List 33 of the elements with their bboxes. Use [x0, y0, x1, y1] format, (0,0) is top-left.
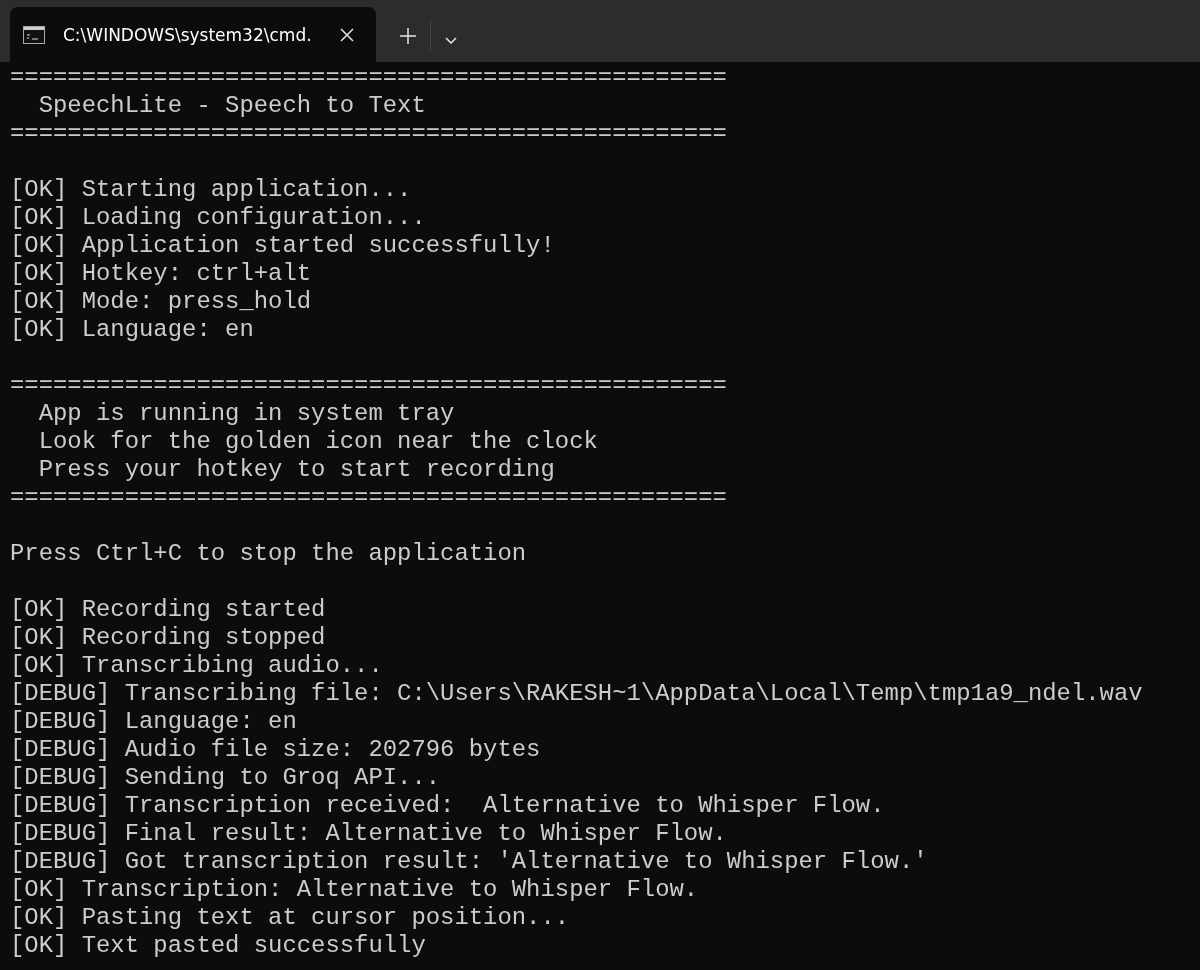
console-line: [OK] Text pasted successfully	[10, 932, 427, 960]
console-line: [DEBUG] Sending to Groq API...	[10, 764, 442, 792]
console-line: [OK] Starting application...	[10, 176, 413, 204]
console-line: Press Ctrl+C to stop the application	[10, 540, 528, 568]
console-line: Press your hotkey to start recording	[37, 456, 556, 484]
console-line: [DEBUG] Transcribing file: C:\Users\RAKESH~1\AppData\Local\Temp\tmp1a9_ndel.wav	[10, 680, 1144, 708]
console-line: ==================================================	[10, 120, 728, 148]
console-line: ==================================================	[10, 372, 728, 400]
console-line: ==================================================	[10, 484, 728, 512]
console-line: [OK] Hotkey: ctrl+alt	[10, 260, 313, 288]
console-line: [OK] Application started successfully!	[10, 232, 556, 260]
console-line: [OK] Recording stopped	[10, 624, 327, 652]
terminal-icon	[23, 25, 45, 44]
console-line: [DEBUG] Got transcription result: 'Alternative to Whisper Flow.'	[10, 848, 929, 876]
console-line: [OK] Language: en	[10, 316, 255, 344]
console-line: Look for the golden icon near the clock	[37, 428, 599, 456]
console-line: App is running in system tray	[37, 400, 456, 428]
close-icon	[340, 27, 354, 42]
console-line: [OK] Mode: press_hold	[10, 288, 313, 316]
chevron-down-icon	[445, 37, 457, 44]
console-line: [OK] Recording started	[10, 596, 327, 624]
console-line: [OK] Transcribing audio...	[10, 652, 384, 680]
console-line: [DEBUG] Language: en	[10, 708, 298, 736]
terminal-tab[interactable]: C:\WINDOWS\system32\cmd.	[10, 7, 376, 62]
plus-icon	[400, 28, 416, 44]
console-line: SpeechLite - Speech to Text	[37, 92, 427, 120]
console-line: [OK] Transcription: Alternative to Whisper Flow.	[10, 876, 700, 904]
console-line: [DEBUG] Transcription received: Alternative to Whisper Flow.	[10, 792, 886, 820]
console-line: ==================================================	[10, 64, 728, 92]
console-line: [DEBUG] Final result: Alternative to Whisper Flow.	[10, 820, 728, 848]
console-line: [DEBUG] Audio file size: 202796 bytes	[10, 736, 542, 764]
console-line: [OK] Loading configuration...	[10, 204, 427, 232]
console-line: [OK] Pasting text at cursor position...	[10, 904, 571, 932]
